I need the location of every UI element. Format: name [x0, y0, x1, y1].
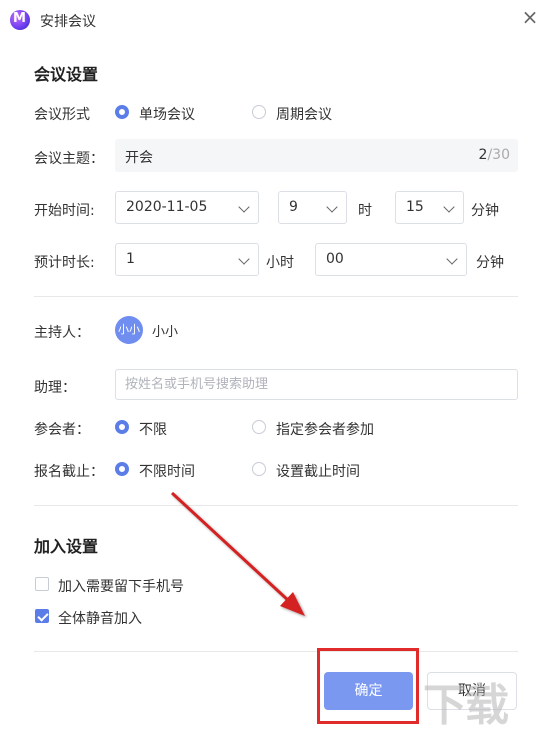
duration-label: 预计时长: [34, 255, 95, 271]
duration-minutes-select[interactable]: 00 [315, 243, 467, 276]
format-single-radio[interactable] [115, 105, 129, 119]
start-hour-select[interactable]: 9 [278, 191, 347, 224]
chevron-down-icon [446, 253, 458, 265]
format-recurring-label[interactable]: 周期会议 [276, 104, 332, 124]
cancel-button[interactable]: 取消 [427, 672, 517, 710]
duration-minutes-unit: 分钟 [476, 255, 504, 271]
deadline-unlimited-radio[interactable] [115, 462, 129, 476]
start-date-select[interactable]: 2020-11-05 [115, 191, 259, 224]
deadline-set-label[interactable]: 设置截止时间 [276, 461, 360, 481]
format-label: 会议形式 [34, 107, 90, 123]
chevron-down-icon [238, 201, 250, 213]
topic-char-counter: 2/30 [478, 147, 510, 163]
topic-value: 开会 [125, 150, 153, 166]
assistant-label: 助理： [34, 380, 76, 396]
participants-specified-label[interactable]: 指定参会者参加 [276, 419, 374, 439]
deadline-set-radio[interactable] [252, 462, 266, 476]
assistant-search-input[interactable] [116, 370, 517, 399]
format-recurring-radio[interactable] [252, 105, 266, 119]
assistant-search-field[interactable] [115, 369, 518, 400]
topic-label: 会议主题： [34, 151, 104, 167]
divider [34, 296, 518, 297]
join-settings-heading: 加入设置 [34, 537, 99, 556]
participants-unlimited-label[interactable]: 不限 [139, 419, 167, 439]
chevron-down-icon [326, 201, 338, 213]
start-minute-select[interactable]: 15 [395, 191, 464, 224]
duration-hours-select[interactable]: 1 [115, 243, 259, 276]
hour-unit: 时 [358, 203, 372, 219]
window-title: 安排会议 [40, 14, 96, 30]
mute-all-checkbox[interactable] [35, 609, 49, 623]
annotation-highlight-box [317, 648, 419, 724]
divider [34, 651, 518, 652]
divider [34, 505, 518, 506]
start-time-label: 开始时间: [34, 203, 95, 219]
title-bar: 安排会议 × [0, 0, 552, 40]
host-label: 主持人： [34, 325, 90, 341]
start-date-value: 2020-11-05 [126, 199, 208, 215]
avatar: 小小 [115, 316, 143, 344]
participants-label: 参会者： [34, 422, 90, 438]
duration-hours-value: 1 [126, 251, 135, 267]
deadline-unlimited-label[interactable]: 不限时间 [139, 461, 195, 481]
mute-all-label[interactable]: 全体静音加入 [58, 608, 142, 628]
minute-unit: 分钟 [471, 203, 499, 219]
require-phone-checkbox[interactable] [35, 577, 49, 591]
topic-input[interactable]: 开会 2/30 [115, 139, 518, 172]
close-icon[interactable]: × [518, 6, 542, 30]
duration-minutes-value: 00 [326, 251, 344, 267]
require-phone-label[interactable]: 加入需要留下手机号 [58, 576, 184, 596]
app-logo-icon [10, 10, 30, 30]
participants-unlimited-radio[interactable] [115, 420, 129, 434]
host-name: 小小 [152, 325, 179, 340]
start-minute-value: 15 [406, 199, 424, 215]
participants-specified-radio[interactable] [252, 420, 266, 434]
deadline-label: 报名截止： [34, 464, 104, 480]
duration-hours-unit: 小时 [266, 255, 294, 271]
start-hour-value: 9 [289, 199, 298, 215]
format-single-label[interactable]: 单场会议 [139, 104, 195, 124]
meeting-settings-heading: 会议设置 [34, 65, 99, 84]
chevron-down-icon [443, 201, 455, 213]
chevron-down-icon [238, 253, 250, 265]
